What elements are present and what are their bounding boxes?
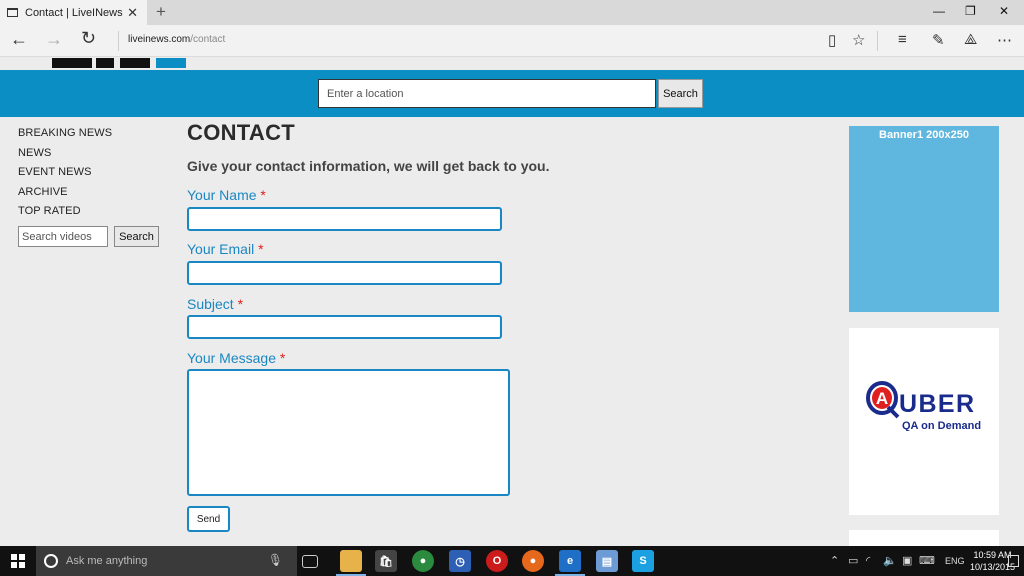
tab-title: Contact | LiveINews <box>25 6 123 19</box>
close-tab-icon[interactable]: ✕ <box>127 5 138 21</box>
name-label-text: Your Name <box>187 187 257 203</box>
quber-banner[interactable]: A UBER QA on Demand <box>849 328 999 515</box>
address-separator <box>118 31 119 51</box>
quber-logo: A UBER QA on Demand <box>866 381 981 431</box>
required-marker: * <box>279 350 286 366</box>
action-center-icon[interactable]: ▣ <box>902 554 912 567</box>
battery-icon[interactable]: ▭ <box>848 554 858 567</box>
logo-segment <box>156 58 186 68</box>
favorites-star-icon[interactable]: ☆ <box>852 31 865 49</box>
logo-segment <box>120 58 150 68</box>
page-icon <box>7 8 18 17</box>
show-hidden-icons-icon[interactable]: ⌃ <box>830 554 839 567</box>
microphone-icon[interactable]: 🎙 <box>268 553 283 567</box>
browser-navigation-bar: ← → ↻ liveinews.com/contact ▯ ☆ ≡ ✎ ⟁ ⋯ <box>0 25 1024 57</box>
more-options-icon[interactable]: ⋯ <box>997 31 1012 49</box>
email-field-label: Your Email * <box>187 241 264 257</box>
task-view-icon[interactable] <box>302 555 318 568</box>
logo-segment <box>52 58 92 68</box>
forward-arrow-icon[interactable]: → <box>45 29 63 50</box>
reading-view-icon[interactable]: ▯ <box>828 31 836 49</box>
contact-intro: Give your contact information, we will g… <box>187 158 550 174</box>
volume-icon[interactable]: 🔈 <box>883 554 897 567</box>
video-search-input[interactable] <box>18 226 108 247</box>
subject-field-label: Subject * <box>187 296 243 312</box>
browser-tab-strip: Contact | LiveINews ✕ + — ❐ ✕ <box>0 0 1024 25</box>
cortana-icon <box>44 554 58 568</box>
message-label-text: Your Message <box>187 350 276 366</box>
contact-form: CONTACT Give your contact information, w… <box>187 120 787 532</box>
required-marker: * <box>258 241 264 257</box>
sidebar-item-event-news[interactable]: EVENT NEWS <box>18 166 112 186</box>
share-icon[interactable]: ⟁ <box>964 31 977 48</box>
minimize-window-icon[interactable]: — <box>933 4 945 18</box>
sidebar-item-breaking-news[interactable]: BREAKING NEWS <box>18 127 112 147</box>
video-search-button[interactable]: Search <box>114 226 159 247</box>
sidebar-nav: BREAKING NEWS NEWS EVENT NEWS ARCHIVE TO… <box>18 127 159 247</box>
banner-ad-1[interactable]: Banner1 200x250 <box>849 126 999 312</box>
skype-icon[interactable]: S <box>632 550 654 572</box>
address-domain: liveinews.com <box>128 34 191 45</box>
required-marker: * <box>237 296 244 312</box>
back-arrow-icon[interactable]: ← <box>10 29 28 50</box>
sidebar-item-archive[interactable]: ARCHIVE <box>18 186 112 206</box>
required-marker: * <box>260 187 266 203</box>
sidebar-item-top-rated[interactable]: TOP RATED <box>18 205 112 225</box>
name-field[interactable] <box>187 207 502 231</box>
banner-label: Banner1 200x250 <box>879 129 969 141</box>
start-tile <box>19 562 25 568</box>
name-field-label: Your Name * <box>187 187 266 203</box>
email-field[interactable] <box>187 261 502 285</box>
cortana-search-box[interactable]: Ask me anything 🎙 <box>36 546 297 576</box>
logo-segment <box>96 58 114 68</box>
cortana-placeholder: Ask me anything <box>66 555 148 567</box>
subject-label-text: Subject <box>187 296 234 312</box>
file-explorer-icon[interactable] <box>340 550 362 572</box>
firefox-icon[interactable]: ● <box>522 550 544 572</box>
subject-field[interactable] <box>187 315 502 339</box>
keyboard-icon[interactable]: ⌨ <box>919 554 935 567</box>
start-tile <box>19 554 25 560</box>
windows-taskbar: Ask me anything 🎙 🛍 ● ◷ O ● e ▤ S ⌃ ▭ ◜ … <box>0 546 1024 576</box>
location-search-input[interactable] <box>318 79 656 108</box>
browser-tab[interactable]: Contact | LiveINews ✕ <box>0 0 147 25</box>
language-indicator[interactable]: ENG <box>945 556 965 566</box>
banner-ad-3[interactable] <box>849 530 999 546</box>
location-search-button[interactable]: Search <box>658 79 703 108</box>
start-tile <box>11 554 17 560</box>
send-button[interactable]: Send <box>187 506 230 532</box>
email-label-text: Your Email <box>187 241 255 257</box>
address-bar[interactable]: liveinews.com/contact <box>128 34 225 45</box>
hub-icon[interactable]: ≡ <box>898 31 907 48</box>
site-header: Search <box>0 70 1024 117</box>
app-icon[interactable]: ◷ <box>449 550 471 572</box>
edge-icon[interactable]: e <box>559 550 581 572</box>
toolbar-separator <box>877 31 878 51</box>
restore-window-icon[interactable]: ❐ <box>965 4 976 18</box>
wifi-icon[interactable]: ◜ <box>866 554 870 567</box>
site-logo[interactable] <box>0 58 1024 70</box>
start-tile <box>11 562 17 568</box>
refresh-icon[interactable]: ↻ <box>81 28 96 49</box>
logo-letter: A <box>876 389 888 408</box>
chrome-icon[interactable]: ● <box>412 550 434 572</box>
web-note-icon[interactable]: ✎ <box>932 31 945 49</box>
logo-word: UBER <box>899 390 974 418</box>
windows-start-icon[interactable] <box>11 554 25 568</box>
message-field[interactable] <box>187 369 510 496</box>
logo-tagline: QA on Demand <box>902 420 981 431</box>
sidebar-item-news[interactable]: NEWS <box>18 147 112 167</box>
page-title: CONTACT <box>187 120 296 145</box>
message-field-label: Your Message * <box>187 350 285 366</box>
app-icon[interactable]: ▤ <box>596 550 618 572</box>
address-path: /contact <box>190 34 226 45</box>
opera-icon[interactable]: O <box>486 550 508 572</box>
new-tab-button[interactable]: + <box>156 2 166 22</box>
store-icon[interactable]: 🛍 <box>375 550 397 572</box>
close-window-icon[interactable]: ✕ <box>999 4 1009 18</box>
notifications-icon[interactable] <box>1008 555 1019 567</box>
